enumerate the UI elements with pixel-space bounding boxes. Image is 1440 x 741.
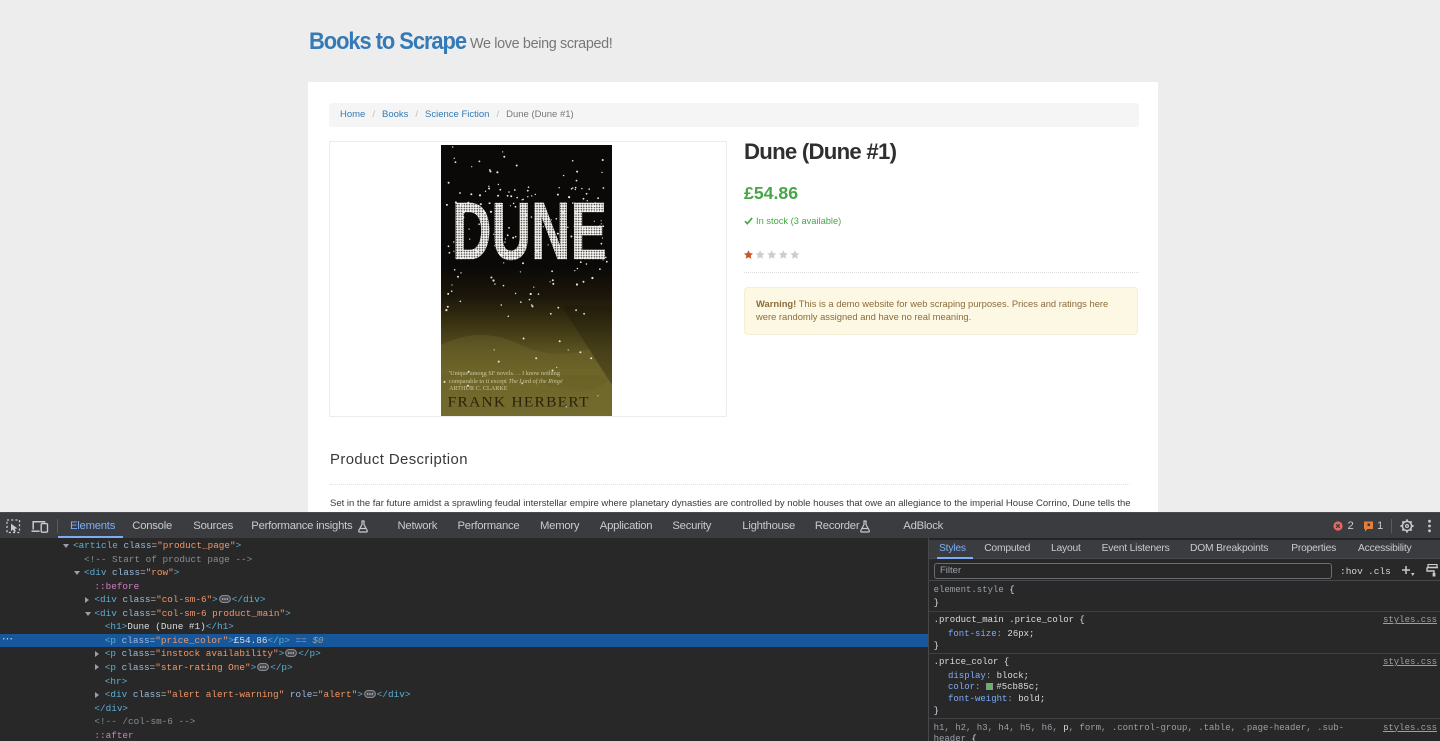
svg-text:FRANK HERBERT: FRANK HERBERT bbox=[448, 395, 590, 411]
svg-text:DUNE: DUNE bbox=[452, 186, 607, 277]
svg-text:ARTHUR C. CLARKE: ARTHUR C. CLARKE bbox=[449, 385, 508, 392]
svg-text:'Unique among SF novels. . . I: 'Unique among SF novels. . . I know noth… bbox=[449, 370, 560, 377]
svg-text:comparable to it except The Lo: comparable to it except The Lord of the … bbox=[449, 378, 563, 385]
